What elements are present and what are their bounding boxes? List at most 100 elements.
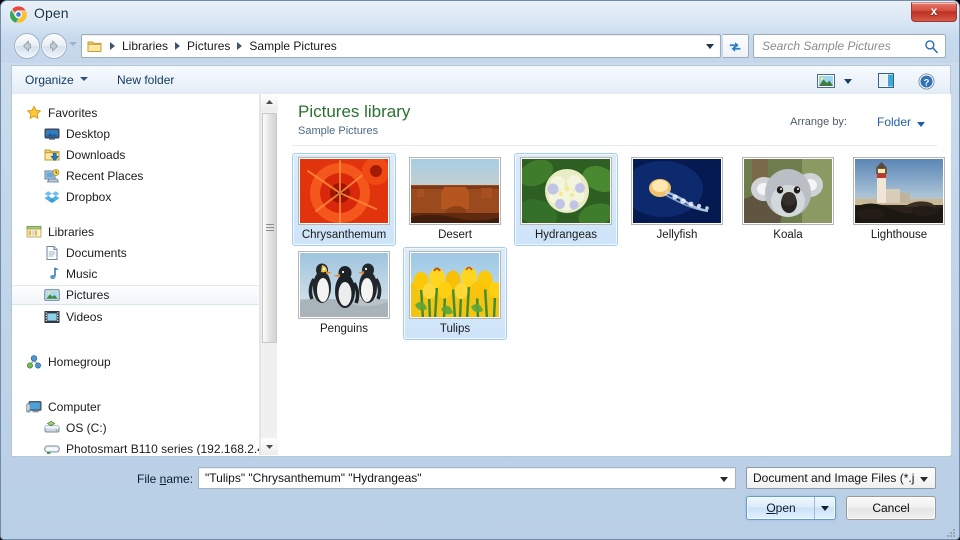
back-button[interactable] [14, 33, 40, 59]
sidebar-group-homegroup[interactable]: Homegroup [12, 352, 259, 372]
organize-label: Organize [25, 73, 74, 87]
file-tile-jellyfish[interactable]: Jellyfish [625, 153, 729, 246]
sidebar-group-computer[interactable]: Computer [12, 397, 259, 417]
file-thumbnail [298, 157, 390, 225]
recent-places-icon [44, 168, 60, 184]
chevron-down-icon[interactable] [917, 122, 925, 127]
libraries-icon [26, 224, 42, 240]
breadcrumb-item-sample-pictures[interactable]: Sample Pictures [245, 38, 340, 54]
sidebar-item-pictures[interactable]: Pictures [12, 285, 259, 305]
arrange-by-value[interactable]: Folder [877, 115, 911, 129]
sidebar-item-videos[interactable]: Videos [12, 307, 259, 327]
sidebar-group-favorites[interactable]: Favorites [12, 103, 259, 123]
chevron-down-icon[interactable] [720, 477, 728, 482]
file-name-label: Desert [438, 229, 472, 241]
command-bar: Organize New folder ? [11, 65, 951, 95]
breadcrumb-item-libraries[interactable]: Libraries [118, 38, 172, 54]
scrollbar-grip-icon [266, 224, 274, 232]
navigation-scrollbar[interactable] [260, 94, 278, 455]
documents-icon [44, 245, 60, 261]
sidebar-label: Favorites [48, 106, 98, 120]
file-name-label: Penguins [320, 323, 368, 335]
help-button[interactable]: ? [912, 70, 942, 92]
close-icon: x [930, 4, 938, 18]
sidebar-label: Photosmart B110 series (192.168.2.4) [66, 442, 259, 455]
sidebar-item-photosmart[interactable]: Photosmart B110 series (192.168.2.4) [12, 439, 259, 455]
homegroup-icon [26, 354, 42, 370]
forward-button[interactable] [41, 33, 67, 59]
recent-locations-icon[interactable] [69, 42, 77, 46]
refresh-button[interactable] [723, 34, 749, 58]
breadcrumb-item-pictures[interactable]: Pictures [183, 38, 234, 54]
sidebar-item-downloads[interactable]: Downloads [12, 145, 259, 165]
breadcrumb: Libraries Pictures Sample Pictures [107, 35, 341, 57]
file-name-label: Chrysanthemum [301, 229, 387, 241]
header-divider [292, 145, 937, 146]
sidebar-item-recent-places[interactable]: Recent Places [12, 166, 259, 186]
file-tile-desert[interactable]: Desert [403, 153, 507, 246]
sidebar-group-libraries[interactable]: Libraries [12, 222, 259, 242]
dialog-content: Favorites Desktop Downloads Recent Place… [11, 94, 951, 457]
sidebar-label: Libraries [48, 225, 95, 239]
star-icon [26, 105, 42, 121]
file-tile-chrysanthemum[interactable]: Chrysanthemum [292, 153, 396, 246]
file-list-pane[interactable]: Pictures library Sample Pictures Arrange… [278, 94, 951, 455]
view-mode-button[interactable] [814, 70, 858, 92]
file-type-select[interactable]: Document and Image Files (*.jpg;*.png) [746, 467, 936, 489]
sidebar-label: Videos [66, 310, 103, 324]
open-dropdown-button[interactable] [814, 497, 835, 519]
svg-text:?: ? [924, 77, 930, 88]
file-name-label-static: File name: [137, 472, 193, 486]
sidebar-label: Downloads [66, 148, 126, 162]
scrollbar-thumb[interactable] [262, 113, 277, 343]
file-name-input[interactable]: "Tulips" "Chrysanthemum" "Hydrangeas" [198, 467, 736, 489]
file-tile-penguins[interactable]: Penguins [292, 247, 396, 340]
sidebar-label: Computer [48, 400, 101, 414]
preview-pane-button[interactable] [872, 70, 902, 92]
open-button[interactable]: Open [746, 496, 836, 520]
file-thumbnail [853, 157, 945, 225]
device-icon [44, 441, 60, 455]
file-name-value: "Tulips" "Chrysanthemum" "Hydrangeas" [205, 471, 422, 485]
file-thumbnail [409, 251, 501, 319]
sidebar-label: OS (C:) [66, 421, 107, 435]
sidebar-item-dropbox[interactable]: Dropbox [12, 187, 259, 207]
file-tile-hydrangeas[interactable]: Hydrangeas [514, 153, 618, 246]
navigation-pane: Favorites Desktop Downloads Recent Place… [12, 94, 259, 455]
file-type-value: Document and Image Files (*.jpg;*.png) [753, 471, 915, 485]
search-input[interactable]: Search Sample Pictures [753, 34, 946, 58]
window-title: Open [34, 5, 69, 21]
search-placeholder: Search Sample Pictures [762, 39, 891, 53]
new-folder-button[interactable]: New folder [110, 71, 181, 91]
resize-grip-icon[interactable] [944, 525, 956, 537]
sidebar-item-os-c[interactable]: OS (C:) [12, 418, 259, 438]
arrange-by-label: Arrange by: [790, 116, 847, 128]
sidebar-item-desktop[interactable]: Desktop [12, 124, 259, 144]
sidebar-item-music[interactable]: Music [12, 264, 259, 284]
chrome-icon [9, 6, 27, 23]
sidebar-label: Music [66, 267, 98, 281]
close-button[interactable]: x [911, 2, 957, 22]
cancel-button[interactable]: Cancel [846, 496, 936, 520]
file-tile-koala[interactable]: Koala [736, 153, 840, 246]
file-thumbnail [409, 157, 501, 225]
sidebar-item-documents[interactable]: Documents [12, 243, 259, 263]
address-dropdown-icon[interactable] [706, 44, 714, 49]
file-name-label: Jellyfish [656, 229, 698, 241]
file-name-label: Lighthouse [870, 229, 928, 241]
organize-button[interactable]: Organize [18, 71, 95, 91]
address-bar[interactable]: Libraries Pictures Sample Pictures [81, 34, 721, 58]
scroll-up-button[interactable] [261, 94, 278, 111]
open-file-dialog: Open x Libraries Pictures Sample Picture… [0, 0, 960, 540]
sidebar-label: Documents [66, 246, 127, 260]
file-thumbnail [742, 157, 834, 225]
dropbox-icon [44, 189, 60, 205]
file-thumbnail [298, 251, 390, 319]
library-title: Pictures library [298, 102, 411, 121]
scroll-down-button[interactable] [261, 438, 278, 455]
file-tile-lighthouse[interactable]: Lighthouse [847, 153, 951, 246]
music-icon [44, 266, 60, 282]
file-name-label: Tulips [439, 323, 471, 335]
videos-icon [44, 309, 60, 325]
file-tile-tulips[interactable]: Tulips [403, 247, 507, 340]
